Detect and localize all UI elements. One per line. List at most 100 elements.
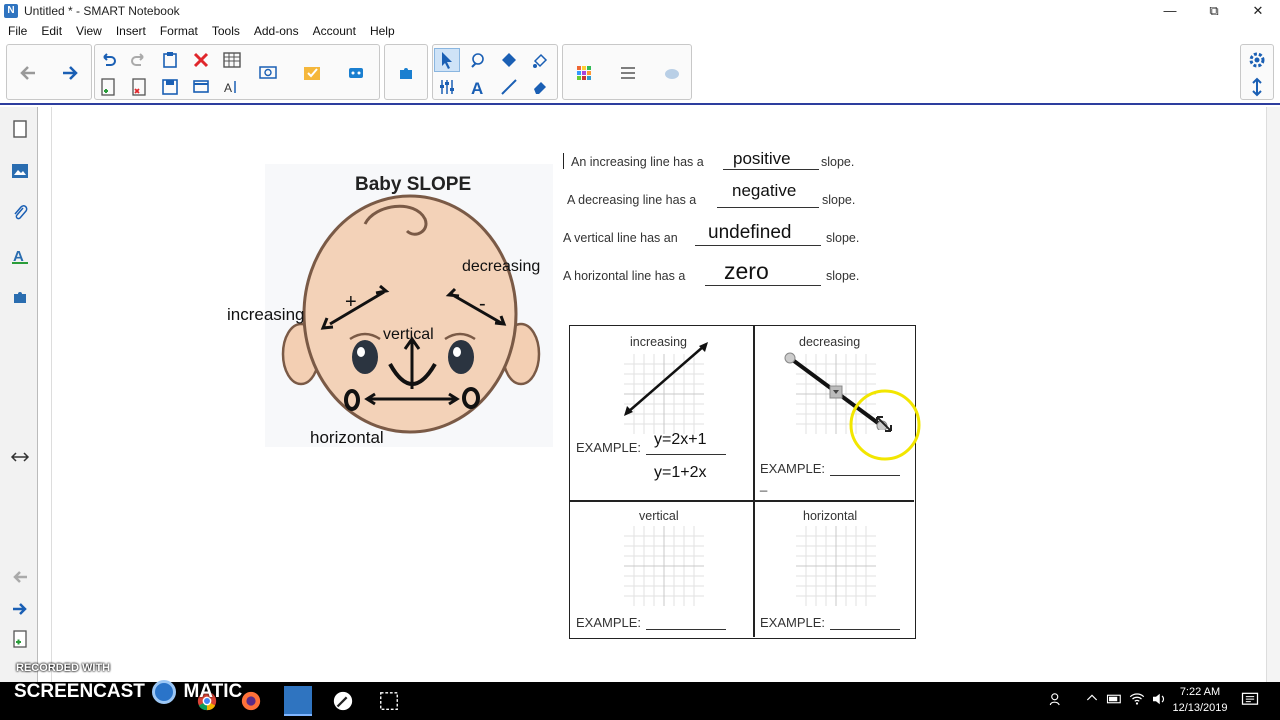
cursor-highlight (849, 389, 921, 461)
previous-page-icon[interactable] (6, 563, 34, 591)
paste-icon[interactable] (157, 48, 183, 72)
puzzle-icon[interactable] (393, 61, 419, 85)
sentence-decreasing: A decreasing line has a (567, 193, 697, 207)
back-arrow-icon[interactable] (15, 61, 41, 85)
page-sorter-icon[interactable] (6, 115, 34, 143)
slope-word: slope. (821, 155, 855, 169)
menu-addons[interactable]: Add-ons (254, 24, 299, 38)
slope-word: slope. (826, 269, 860, 283)
coordinate-grid (796, 526, 876, 606)
example-label: EXAMPLE: (760, 461, 826, 476)
blank-line (705, 285, 821, 286)
add-page-icon[interactable] (6, 625, 34, 653)
baby-slope-picture[interactable]: Baby SLOPE + - vertical (265, 164, 553, 447)
shapes-icon[interactable] (496, 48, 522, 72)
restore-button[interactable]: ⧉ (1192, 0, 1236, 22)
sentence-vertical: A vertical line has an (563, 231, 678, 245)
people-icon[interactable] (1048, 690, 1072, 712)
smart-notebook-icon: N (4, 4, 18, 18)
screen-shade-icon[interactable] (188, 75, 214, 99)
answer-zero[interactable]: zero (724, 258, 769, 285)
table-icon[interactable] (219, 48, 245, 72)
gear-icon[interactable] (1244, 48, 1270, 72)
menu-insert[interactable]: Insert (116, 24, 146, 38)
pen-icon[interactable] (465, 48, 491, 72)
lab-icon[interactable] (343, 61, 369, 85)
resize-panel-icon[interactable] (6, 443, 34, 471)
answer-positive[interactable]: positive (733, 149, 791, 169)
firefox-icon[interactable] (240, 690, 264, 712)
properties-tab-icon[interactable]: A (6, 241, 34, 269)
redo-icon[interactable] (126, 48, 152, 72)
forward-arrow-icon[interactable] (57, 61, 83, 85)
save-icon[interactable] (157, 75, 183, 99)
close-button[interactable]: ✕ (1236, 0, 1280, 22)
undo-icon[interactable] (95, 48, 121, 72)
clock-date[interactable]: 12/13/2019 (1168, 702, 1232, 714)
increasing-line (624, 342, 708, 416)
new-page-icon[interactable] (95, 75, 121, 99)
edit-group: A (94, 44, 380, 100)
cell-title-vertical: vertical (639, 509, 679, 523)
menu-format[interactable]: Format (160, 24, 198, 38)
text-icon[interactable]: A (465, 75, 491, 99)
menu-help[interactable]: Help (370, 24, 395, 38)
show-hidden-icons[interactable] (1084, 690, 1108, 712)
line-icon[interactable] (496, 75, 522, 99)
properties-icon[interactable] (434, 75, 460, 99)
delete-page-icon[interactable] (126, 75, 152, 99)
move-toolbar-icon[interactable] (1244, 75, 1270, 99)
gallery-icon[interactable] (6, 157, 34, 185)
example-blank[interactable] (830, 629, 900, 630)
smart-notebook-taskbar-icon[interactable] (284, 686, 312, 716)
vertical-label: vertical (383, 326, 434, 343)
select-arrow-icon[interactable] (434, 48, 460, 72)
wifi-icon[interactable] (1128, 690, 1152, 712)
minimize-button[interactable]: — (1148, 0, 1192, 22)
fill-effect-icon[interactable] (659, 61, 685, 85)
addons-tab-icon[interactable] (6, 283, 34, 311)
example-answer-2[interactable]: y=1+2x (654, 464, 706, 482)
increasing-label: increasing (227, 305, 305, 324)
answer-undefined[interactable]: undefined (708, 222, 791, 244)
screencast-logo-icon (152, 680, 177, 704)
next-page-icon[interactable] (6, 595, 34, 623)
screen-capture-icon[interactable] (255, 61, 281, 85)
snip-icon[interactable] (378, 690, 402, 712)
fill-icon[interactable] (527, 48, 553, 72)
response-icon[interactable] (299, 61, 325, 85)
vertical-scrollbar[interactable] (1266, 107, 1280, 682)
nav-group (6, 44, 92, 100)
svg-text:A: A (224, 81, 232, 95)
color-grid-icon[interactable] (571, 61, 597, 85)
menu-tools[interactable]: Tools (212, 24, 240, 38)
line-style-icon[interactable] (615, 61, 641, 85)
toolbar: A A (0, 40, 1280, 105)
answer-negative[interactable]: negative (732, 181, 796, 201)
title-bar: N Untitled * - SMART Notebook — ⧉ ✕ (0, 0, 1280, 22)
menu-view[interactable]: View (76, 24, 102, 38)
blank-line (723, 169, 819, 170)
menu-account[interactable]: Account (313, 24, 356, 38)
attachments-icon[interactable] (6, 199, 34, 227)
clock-time[interactable]: 7:22 AM (1172, 686, 1228, 698)
page-gutter (38, 107, 52, 682)
spell-check-icon[interactable]: A (219, 75, 245, 99)
recorded-with-text: RECORDED WITH (16, 662, 111, 674)
decreasing-label: decreasing (462, 258, 541, 275)
notebook-page[interactable]: Baby SLOPE + - vertical increasing decre… (53, 107, 1265, 682)
eraser-icon[interactable] (527, 75, 553, 99)
notifications-icon[interactable] (1240, 690, 1264, 712)
ink-icon[interactable] (332, 690, 356, 712)
coordinate-grid (624, 526, 704, 606)
example-blank[interactable] (646, 629, 726, 630)
example-blank[interactable] (830, 475, 900, 476)
battery-icon[interactable] (1106, 690, 1130, 712)
horizontal-label: horizontal (310, 428, 384, 447)
delete-icon[interactable] (188, 48, 214, 72)
brand-right: MATIC (183, 681, 243, 703)
example-answer-1[interactable]: y=2x+1 (654, 431, 706, 449)
menu-file[interactable]: File (8, 24, 27, 38)
example-blank (646, 454, 726, 455)
menu-edit[interactable]: Edit (41, 24, 62, 38)
